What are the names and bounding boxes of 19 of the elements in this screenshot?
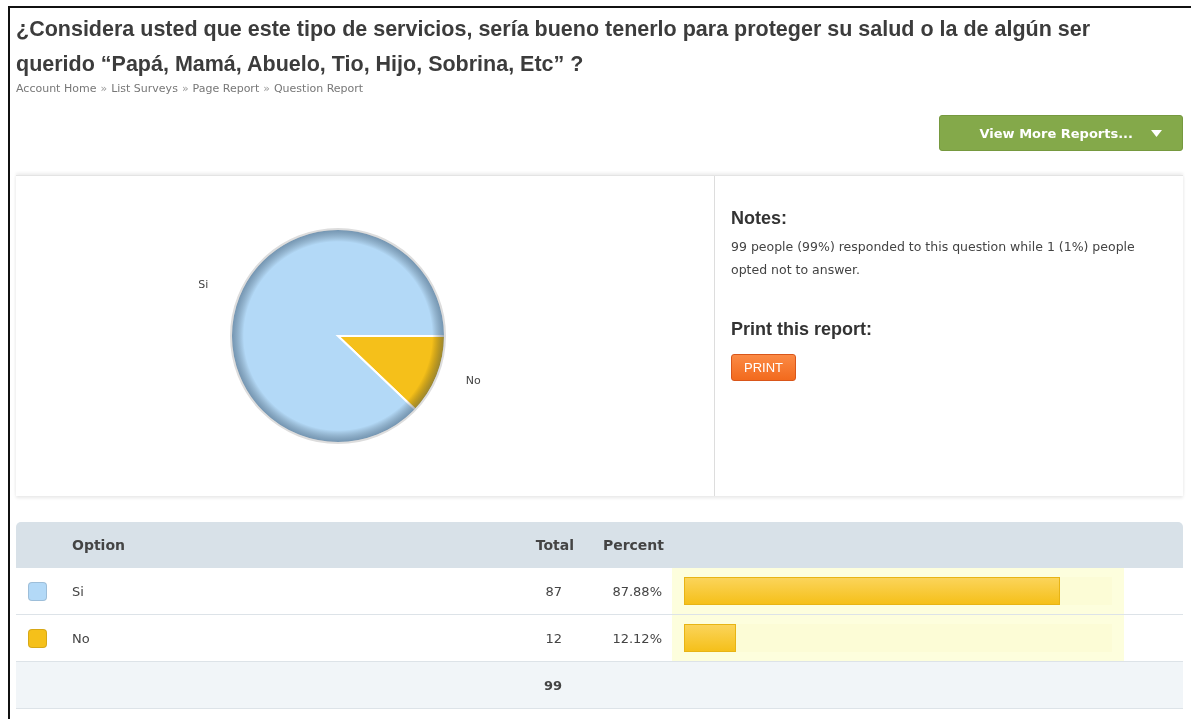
notes-text: 99 people (99%) responded to this question while 1 (1%) people opted not to answer. [731, 238, 1136, 279]
slice-label: Si [198, 278, 209, 292]
question-title: ¿Considera usted que este tipo de servicios, sería bueno tenerlo para proteger su salud o la de algún ser querido “Papá, Mamá, Abuelo, Tio, Hijo, Sobrina, Etc” ? [16, 16, 1092, 78]
table-cell-text: 12.12% [611, 630, 663, 646]
table-cell-text: Si [72, 583, 85, 599]
column-header: Percent [601, 537, 665, 553]
breadcrumb-separator: » [263, 82, 270, 95]
slice-label: No [465, 373, 481, 387]
breadcrumb-separator: » [100, 82, 108, 95]
table-cell-text: 87.88% [611, 583, 663, 599]
table-cell-text: 12 [544, 630, 563, 646]
table-cell-text: No [72, 630, 91, 646]
notes-heading: Notes: [731, 208, 788, 229]
total-cell-text: 99 [542, 677, 563, 693]
column-header: Option [72, 537, 126, 553]
print-heading: Print this report: [731, 319, 873, 340]
column-header: Total [534, 537, 575, 553]
table-cell-text: 87 [544, 583, 563, 599]
breadcrumb-separator: » [181, 82, 189, 95]
